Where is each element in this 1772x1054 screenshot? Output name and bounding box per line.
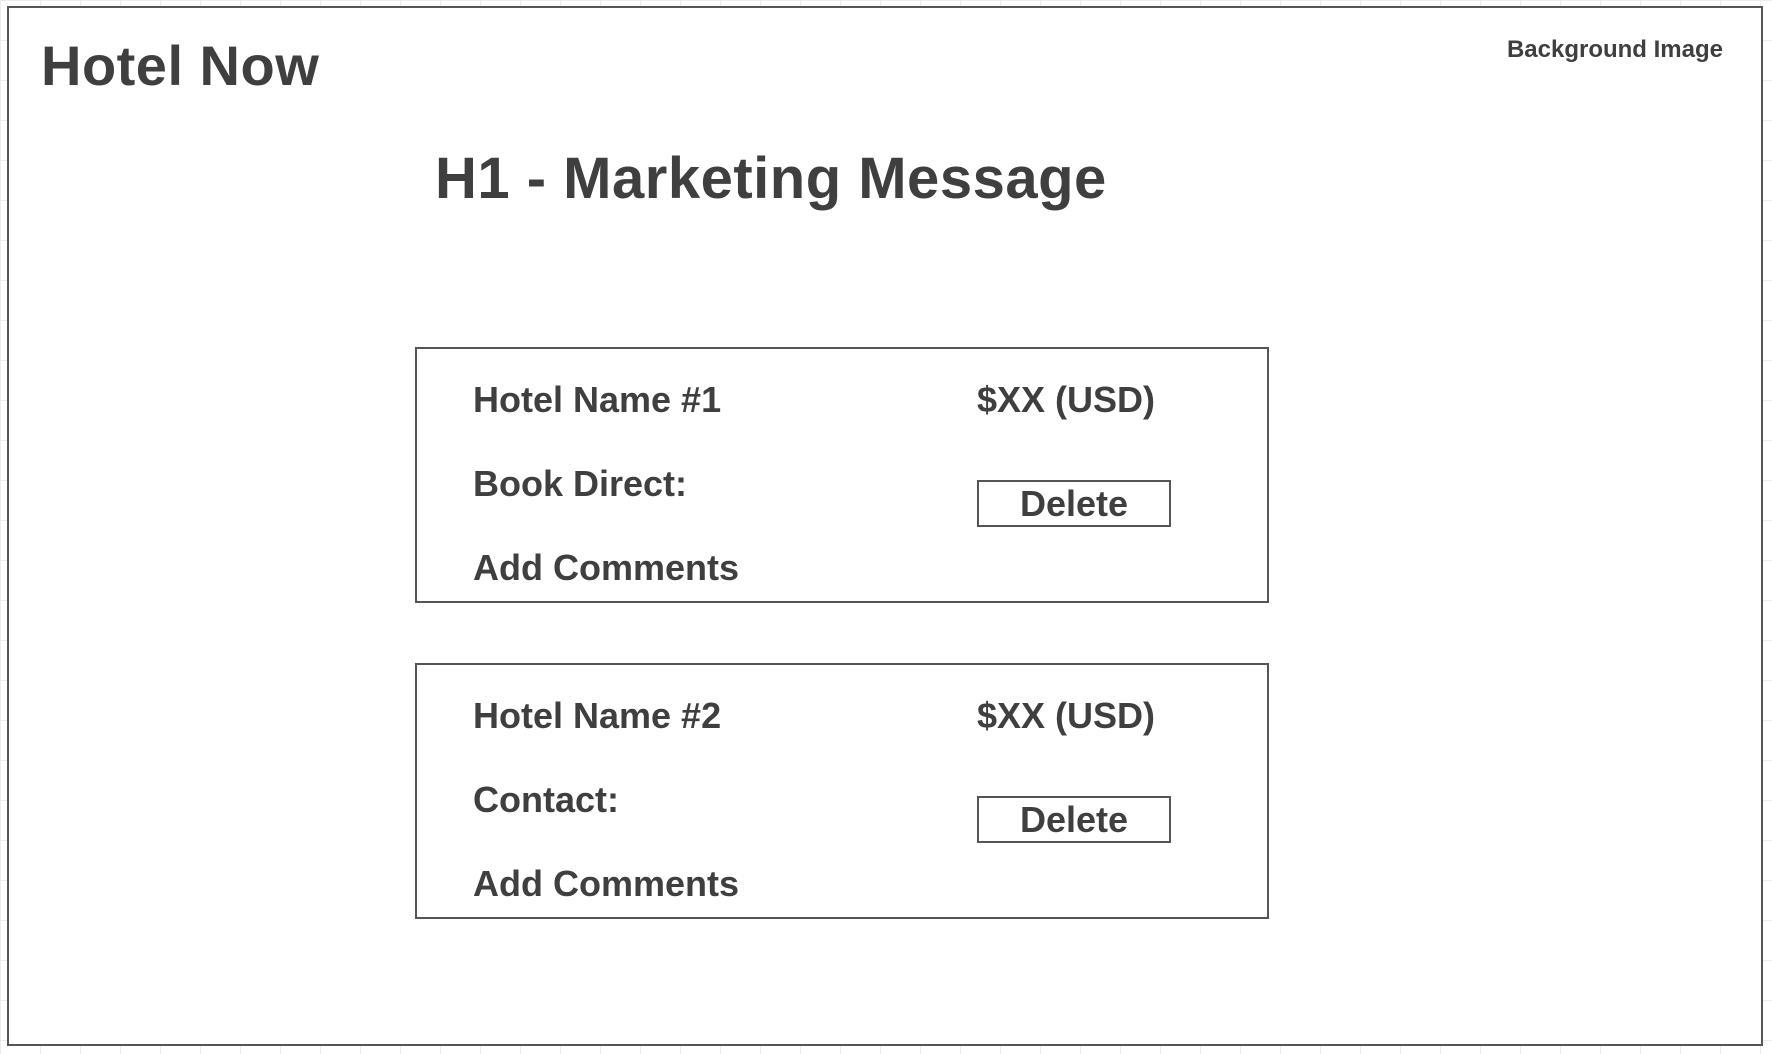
- marketing-headline: H1 - Marketing Message: [435, 146, 1107, 211]
- add-comments-link[interactable]: Add Comments: [473, 863, 739, 905]
- hotel-name[interactable]: Hotel Name #2: [473, 695, 721, 737]
- delete-button[interactable]: Delete: [977, 480, 1171, 527]
- brand-logo[interactable]: Hotel Now: [41, 34, 319, 98]
- hotel-price: $XX (USD): [977, 695, 1156, 736]
- hotel-result-card: Hotel Name #2 $XX (USD) Contact: Delete …: [415, 663, 1269, 919]
- hotel-name[interactable]: Hotel Name #1: [473, 379, 721, 421]
- hotel-result-card: Hotel Name #1 $XX (USD) Book Direct: Del…: [415, 347, 1269, 603]
- page: Hotel Now Background Image H1 - Marketin…: [0, 0, 1772, 1054]
- hotel-price: $XX (USD): [977, 379, 1156, 420]
- book-direct-label: Book Direct:: [473, 463, 688, 504]
- add-comments-link[interactable]: Add Comments: [473, 547, 739, 589]
- background-image-label: Background Image: [1506, 36, 1723, 63]
- delete-button[interactable]: Delete: [977, 796, 1171, 843]
- contact-label: Contact:: [473, 779, 619, 820]
- wireframe-frame: Hotel Now Background Image H1 - Marketin…: [7, 6, 1763, 1046]
